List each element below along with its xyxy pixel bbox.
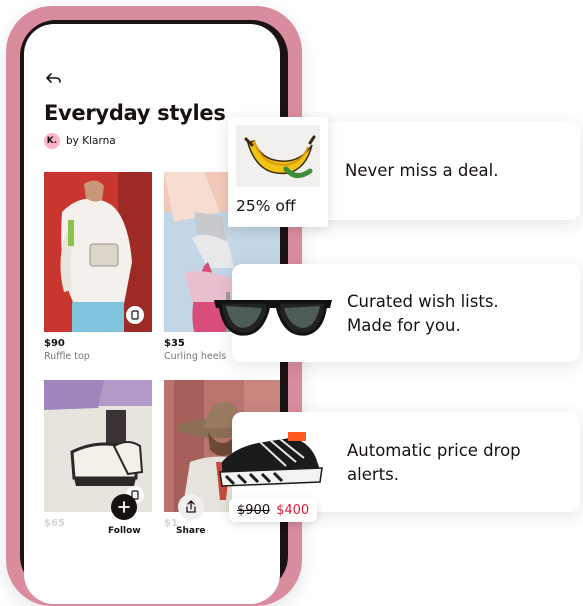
product-name: Ruffle top bbox=[44, 351, 90, 362]
deal-badge-box: 25% off bbox=[228, 117, 328, 227]
product-name: Curling heels bbox=[164, 351, 227, 362]
sunglasses-image bbox=[212, 294, 334, 342]
product-price: $65 bbox=[44, 518, 65, 529]
feature-text: Never miss a deal. bbox=[345, 161, 499, 180]
price-drop-tag: $900 $400 bbox=[229, 498, 318, 522]
share-icon bbox=[186, 500, 196, 513]
discount-badge: 25% off bbox=[236, 197, 296, 215]
feature-text-line: Automatic price drop bbox=[347, 441, 521, 460]
feature-card-deal: Never miss a deal. bbox=[308, 122, 580, 220]
feature-text-line: alerts. bbox=[347, 465, 399, 484]
back-arrow-icon[interactable] bbox=[44, 68, 64, 88]
product-tile-loafers[interactable] bbox=[44, 380, 152, 512]
follow-button[interactable] bbox=[111, 494, 138, 520]
follow-label: Follow bbox=[108, 526, 141, 536]
old-price: $900 bbox=[237, 502, 271, 518]
feature-text-line: Curated wish lists. bbox=[347, 292, 499, 311]
sunglasses-icon bbox=[214, 300, 332, 336]
share-label: Share bbox=[176, 526, 206, 536]
feature-text-line: Made for you. bbox=[347, 316, 461, 335]
product-tile-ruffle-top[interactable] bbox=[44, 172, 152, 332]
save-bookmark-icon[interactable] bbox=[126, 306, 144, 324]
new-price: $400 bbox=[276, 502, 310, 518]
feature-text: Curated wish lists. Made for you. bbox=[347, 290, 499, 338]
feature-text: Automatic price drop alerts. bbox=[347, 439, 521, 487]
product-thumbnail bbox=[236, 125, 320, 187]
klarna-logo: K. bbox=[44, 133, 60, 149]
page-title: Everyday styles bbox=[44, 101, 226, 125]
byline[interactable]: K. by Klarna bbox=[44, 133, 116, 149]
product-price: $35 bbox=[164, 338, 185, 349]
share-button[interactable] bbox=[177, 494, 204, 520]
byline-text: by Klarna bbox=[66, 135, 116, 147]
sneaker-icon bbox=[219, 432, 323, 487]
sneaker-image bbox=[216, 428, 326, 490]
product-price: $90 bbox=[44, 338, 65, 349]
share-action[interactable]: Share bbox=[176, 494, 206, 536]
plus-icon bbox=[118, 501, 131, 513]
follow-action[interactable]: Follow bbox=[108, 494, 141, 536]
banana-icon bbox=[244, 135, 316, 178]
